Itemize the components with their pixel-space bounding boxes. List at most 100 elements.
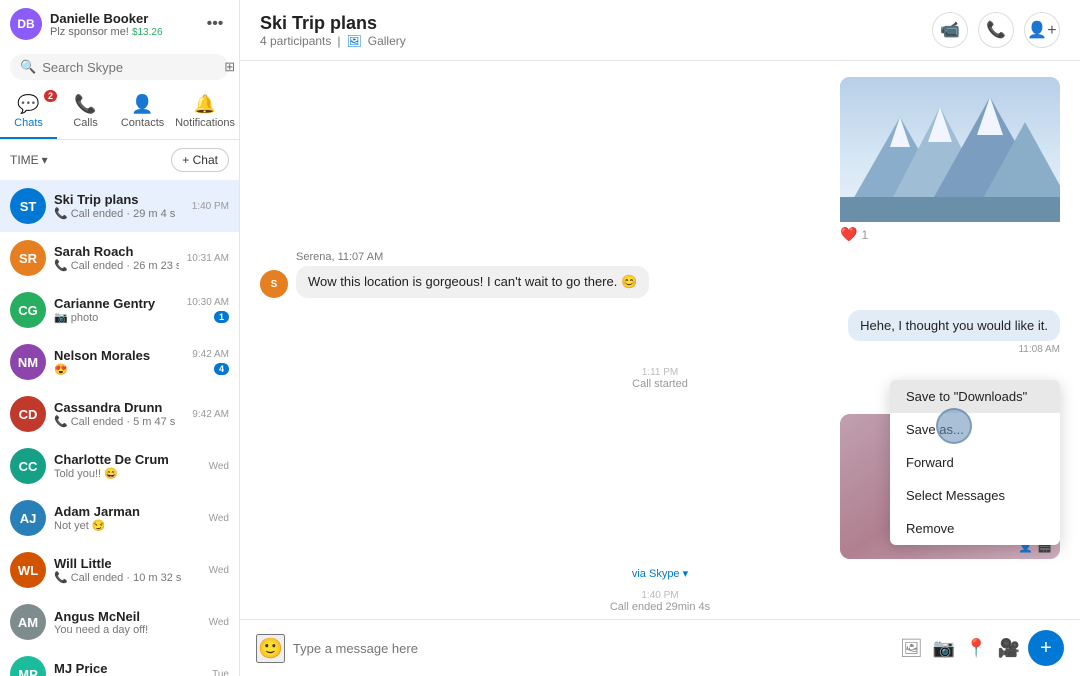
chat-name: Will Little xyxy=(54,556,201,571)
chat-toolbar: TIME ▾ + Chat xyxy=(0,140,239,180)
profile-bar: DB Danielle Booker Plz sponsor me! $13.2… xyxy=(0,0,239,48)
add-button[interactable]: + xyxy=(1028,630,1064,666)
chat-time: Wed xyxy=(209,461,229,472)
calls-icon: 📞 xyxy=(74,94,96,115)
msg-bubble: Hehe, I thought you would like it. xyxy=(848,310,1060,341)
main-chat: Ski Trip plans 4 participants | 🖼 Galler… xyxy=(240,0,1080,676)
chats-icon: 💬 xyxy=(17,94,39,115)
chat-time: Wed xyxy=(209,513,229,524)
msg-bubble: Wow this location is gorgeous! I can't w… xyxy=(296,266,649,298)
more-options-button[interactable]: ••• xyxy=(201,10,229,38)
chat-info: Cassandra Drunn 📞Call ended · 5 m 47 s xyxy=(54,400,184,428)
heart-reaction: ❤️ 1 xyxy=(840,226,1060,243)
context-item-forward[interactable]: Forward xyxy=(890,446,1060,479)
chat-item-carianne[interactable]: CG Carianne Gentry 📷 photo 10:30 AM 1 xyxy=(0,284,239,336)
new-chat-button[interactable]: + Chat xyxy=(171,148,229,172)
chat-name: Sarah Roach xyxy=(54,244,179,259)
video-call-button[interactable]: 📹 xyxy=(932,12,968,48)
chat-item-mjprice[interactable]: MP MJ Price Teehee! Tue xyxy=(0,648,239,676)
chat-time: Wed xyxy=(209,565,229,576)
chat-item-angus[interactable]: AM Angus McNeil You need a day off! Wed xyxy=(0,596,239,648)
avatar: AJ xyxy=(10,500,46,536)
msg-content: Serena, 11:07 AM Wow this location is go… xyxy=(296,251,649,298)
photo-thumbnail xyxy=(840,77,1060,222)
avatar: ST xyxy=(10,188,46,224)
tab-notifications-label: Notifications xyxy=(175,117,235,129)
sidebar: DB Danielle Booker Plz sponsor me! $13.2… xyxy=(0,0,240,676)
tab-calls[interactable]: 📞 Calls xyxy=(57,86,114,139)
search-input[interactable] xyxy=(42,60,218,75)
context-item-save-downloads[interactable]: Save to "Downloads" xyxy=(890,380,1060,413)
chat-item-sarah[interactable]: SR Sarah Roach 📞Call ended · 26 m 23 s 1… xyxy=(0,232,239,284)
chat-item-cassandra[interactable]: CD Cassandra Drunn 📞Call ended · 5 m 47 … xyxy=(0,388,239,440)
tab-chats[interactable]: 💬 2 Chats xyxy=(0,86,57,139)
avatar: WL xyxy=(10,552,46,588)
tab-contacts-label: Contacts xyxy=(121,117,164,129)
chat-info: Carianne Gentry 📷 photo xyxy=(54,296,179,324)
avatar: S xyxy=(260,270,288,298)
emoji-button[interactable]: 🙂 xyxy=(256,634,285,663)
chat-input-bar: 🙂 🖼 📷 📍 🎥 + xyxy=(240,619,1080,676)
chat-preview: 📞Call ended · 10 m 32 s xyxy=(54,571,201,584)
chat-header-info: Ski Trip plans 4 participants | 🖼 Galler… xyxy=(260,13,932,48)
msg-time: 11:08 AM xyxy=(848,344,1060,355)
search-bar: 🔍 ⊞ xyxy=(0,48,239,86)
profile-name: Danielle Booker xyxy=(50,11,193,26)
chat-header: Ski Trip plans 4 participants | 🖼 Galler… xyxy=(240,0,1080,61)
image-message xyxy=(840,77,1060,222)
avatar: MP xyxy=(10,656,46,676)
chat-preview: 😍 xyxy=(54,363,184,376)
chat-info: Ski Trip plans 📞Call ended · 29 m 4 s xyxy=(54,192,184,220)
chat-name: Angus McNeil xyxy=(54,609,201,624)
time-sort[interactable]: TIME ▾ xyxy=(10,153,48,167)
gallery-icon: 🖼 xyxy=(347,34,362,48)
chat-item-adam[interactable]: AJ Adam Jarman Not yet 😏 Wed xyxy=(0,492,239,544)
search-icon: 🔍 xyxy=(20,59,36,75)
notifications-icon: 🔔 xyxy=(194,94,216,115)
chat-info: Sarah Roach 📞Call ended · 26 m 23 s xyxy=(54,244,179,272)
chat-item-charlotte[interactable]: CC Charlotte De Crum Told you!! 😄 Wed xyxy=(0,440,239,492)
chat-info: Adam Jarman Not yet 😏 xyxy=(54,504,201,532)
chat-name: Charlotte De Crum xyxy=(54,452,201,467)
message-outgoing-1: Hehe, I thought you would like it. 11:08… xyxy=(260,310,1060,355)
chat-time: 1:40 PM xyxy=(192,201,229,212)
unread-badge: 4 xyxy=(214,363,229,375)
chat-name: Ski Trip plans xyxy=(54,192,184,207)
contacts-icon: 👤 xyxy=(131,94,153,115)
search-wrap: 🔍 ⊞ xyxy=(10,54,229,80)
via-skype: via Skype ▾ xyxy=(260,567,1060,580)
chat-list: ST Ski Trip plans 📞Call ended · 29 m 4 s… xyxy=(0,180,239,676)
chat-time: 9:42 AM xyxy=(192,349,229,360)
chat-time: 9:42 AM xyxy=(192,409,229,420)
video-call-button-input[interactable]: 🎥 xyxy=(998,638,1020,659)
via-skype-link[interactable]: via Skype ▾ xyxy=(632,568,688,580)
msg-content: Hehe, I thought you would like it. 11:08… xyxy=(848,310,1060,355)
header-actions: 📹 📞 👤+ xyxy=(932,12,1060,48)
system-call-ended: 1:40 PM Call ended 29min 4s xyxy=(260,590,1060,613)
message-input[interactable] xyxy=(293,641,892,656)
avatar: CC xyxy=(10,448,46,484)
avatar: NM xyxy=(10,344,46,380)
profile-status: Plz sponsor me! $13.26 xyxy=(50,26,193,38)
video-share-button[interactable]: 📷 xyxy=(933,638,955,659)
context-item-save-as[interactable]: Save as... xyxy=(890,413,1060,446)
chat-item-will[interactable]: WL Will Little 📞Call ended · 10 m 32 s W… xyxy=(0,544,239,596)
context-item-remove[interactable]: Remove xyxy=(890,512,1060,545)
tab-notifications[interactable]: 🔔 Notifications xyxy=(171,86,239,139)
chat-preview: 📞Call ended · 5 m 47 s xyxy=(54,415,184,428)
image-share-button[interactable]: 🖼 xyxy=(900,638,923,659)
tab-contacts[interactable]: 👤 Contacts xyxy=(114,86,171,139)
chat-preview: Told you!! 😄 xyxy=(54,467,201,480)
chat-preview: 📞Call ended · 26 m 23 s xyxy=(54,259,179,272)
compose-icon: ⊞ xyxy=(224,59,235,75)
chat-item-ski-trip[interactable]: ST Ski Trip plans 📞Call ended · 29 m 4 s… xyxy=(0,180,239,232)
location-button[interactable]: 📍 xyxy=(965,638,987,659)
unread-badge: 1 xyxy=(214,311,229,323)
chat-time: Wed xyxy=(209,617,229,628)
audio-call-button[interactable]: 📞 xyxy=(978,12,1014,48)
msg-sender: Serena, 11:07 AM xyxy=(296,251,649,263)
chat-item-nelson[interactable]: NM Nelson Morales 😍 9:42 AM 4 xyxy=(0,336,239,388)
add-participant-button[interactable]: 👤+ xyxy=(1024,12,1060,48)
context-item-select[interactable]: Select Messages xyxy=(890,479,1060,512)
chat-info: Charlotte De Crum Told you!! 😄 xyxy=(54,452,201,480)
